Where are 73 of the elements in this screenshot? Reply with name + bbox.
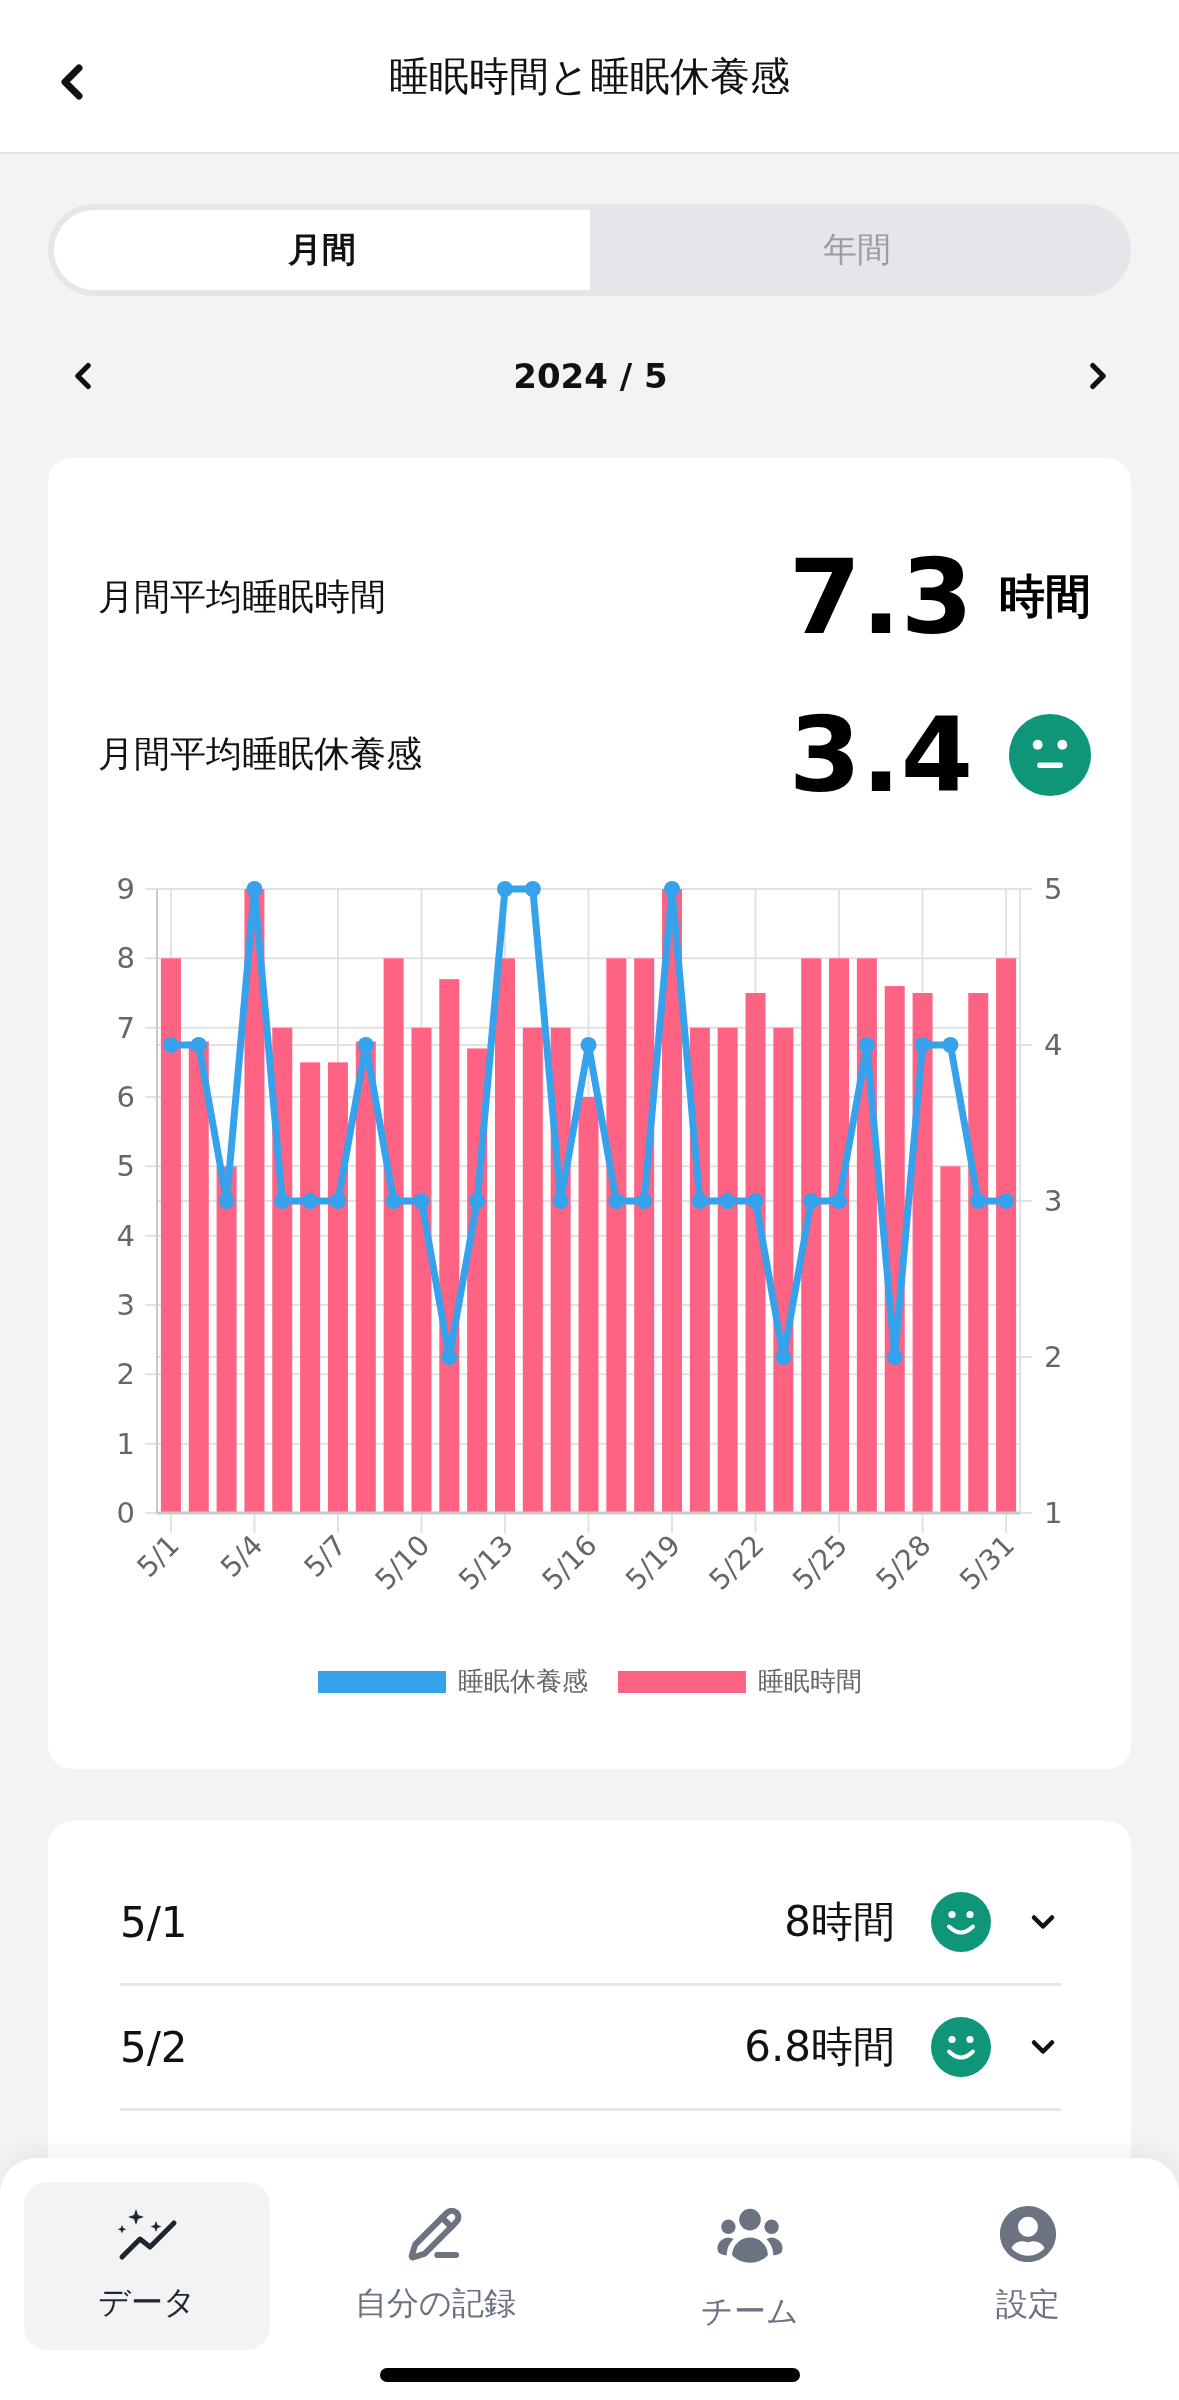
rest-point: [831, 1193, 848, 1209]
summary-value: 7.3: [788, 545, 973, 649]
tab-bar-item[interactable]: データ: [24, 2182, 270, 2350]
axis-label: 1: [116, 1426, 135, 1461]
summary-label: 月間平均睡眠休養感: [98, 732, 422, 776]
legend-label: 睡眠休養感: [457, 1665, 588, 1698]
rest-point: [691, 1193, 708, 1209]
unit-label: 時間: [999, 568, 1091, 625]
axis-label: 8: [116, 941, 135, 976]
summary-value: 3.4: [788, 702, 973, 807]
rest-point: [636, 1193, 653, 1209]
axis-label: 3: [116, 1288, 135, 1322]
period-tab[interactable]: 月間: [54, 210, 590, 290]
axis-label: 5/1: [130, 1528, 186, 1584]
user-icon: [998, 2205, 1057, 2263]
day-hours: 6.8時間: [744, 2021, 895, 2073]
rest-point: [970, 1193, 987, 1209]
rest-point: [664, 881, 680, 897]
axis-label: 7: [116, 1010, 135, 1045]
rest-point: [441, 1349, 458, 1365]
legend-label: 睡眠時間: [757, 1665, 862, 1698]
axis-label: 9: [116, 872, 135, 906]
rest-point: [357, 1037, 374, 1053]
tab-bar-item[interactable]: 設定: [900, 2182, 1155, 2350]
summary-label: 月間平均睡眠時間: [98, 574, 386, 619]
pencil-icon: [407, 2206, 463, 2262]
rest-point: [413, 1193, 430, 1209]
rest-point: [274, 1193, 291, 1209]
tab-bar-item[interactable]: 自分の記録: [270, 2182, 600, 2350]
rest-point: [162, 1037, 179, 1053]
rest-point: [858, 1037, 875, 1053]
tab-bar-item[interactable]: チーム: [600, 2182, 900, 2350]
rest-point: [580, 1037, 597, 1053]
axis-label: 5: [1044, 872, 1063, 906]
sparkle-chart-icon: [116, 2207, 178, 2261]
axis-label: 5: [116, 1149, 135, 1184]
rest-point: [914, 1037, 931, 1053]
axis-label: 4: [1044, 1028, 1063, 1062]
rest-point: [886, 1349, 903, 1365]
month-label: 2024 / 5: [513, 356, 668, 396]
rest-point: [190, 1037, 207, 1053]
day-hours: 8時間: [784, 1896, 895, 1948]
axis-label: 4: [116, 1218, 135, 1253]
rest-point: [246, 881, 263, 897]
day-date: 5/2: [120, 2022, 189, 2072]
axis-label: 5/4: [214, 1528, 270, 1584]
rest-point: [329, 1193, 346, 1209]
rest-point: [608, 1193, 625, 1209]
rest-point: [552, 1193, 569, 1209]
axis-label: 6: [116, 1080, 135, 1114]
rest-point: [469, 1193, 486, 1209]
smile-face-icon: [931, 1892, 991, 1952]
rest-point: [998, 1193, 1015, 1209]
rest-point: [497, 881, 513, 897]
rest-point: [218, 1193, 235, 1209]
rest-point: [942, 1037, 959, 1053]
neutral-face-icon: [1009, 713, 1091, 796]
rest-point: [775, 1349, 792, 1365]
rest-point: [385, 1193, 402, 1209]
smile-face-icon: [931, 2017, 991, 2077]
rest-point: [803, 1193, 820, 1209]
rest-point: [524, 881, 541, 897]
axis-label: 2: [1044, 1340, 1063, 1374]
page-title: 睡眠時間と睡眠休養感: [389, 51, 790, 101]
rest-point: [719, 1193, 736, 1209]
rest-point: [302, 1193, 319, 1209]
axis-label: 3: [1044, 1184, 1063, 1218]
rest-point: [747, 1193, 764, 1209]
axis-label: 2: [116, 1357, 135, 1392]
axis-label: 5/7: [297, 1528, 353, 1584]
axis-label: 1: [1044, 1496, 1063, 1530]
axis-label: 0: [116, 1496, 135, 1530]
day-date: 5/1: [120, 1897, 189, 1947]
